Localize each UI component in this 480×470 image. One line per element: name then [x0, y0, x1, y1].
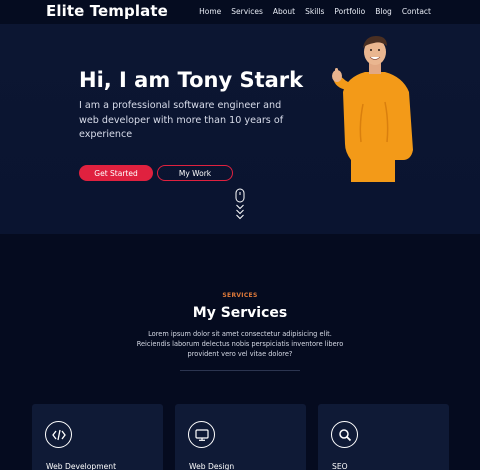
service-card-label: SEO	[332, 462, 348, 470]
service-card-web-design[interactable]: Web Design	[175, 404, 306, 470]
nav-item-services[interactable]: Services	[231, 7, 263, 16]
services-title: My Services	[192, 305, 288, 321]
code-icon	[45, 421, 72, 448]
nav-item-portfolio[interactable]: Portfolio	[334, 7, 365, 16]
service-card-web-development[interactable]: Web Development	[32, 404, 163, 470]
top-navbar: Elite Template Home Services About Skill…	[0, 0, 480, 24]
service-card-label: Web Development	[46, 462, 117, 470]
service-card-seo[interactable]: SEO	[318, 404, 449, 470]
nav-item-about[interactable]: About	[273, 7, 295, 16]
nav-menu: Home Services About Skills Portfolio Blo…	[199, 7, 431, 16]
nav-item-contact[interactable]: Contact	[402, 7, 431, 16]
service-card-label: Web Design	[189, 462, 235, 470]
nav-item-home[interactable]: Home	[199, 7, 221, 16]
hero-person-image	[332, 36, 413, 182]
nav-item-skills[interactable]: Skills	[305, 7, 324, 16]
hero-description: I am a professional software engineer an…	[79, 100, 284, 140]
section-divider	[180, 370, 300, 371]
search-icon	[331, 421, 358, 448]
services-kicker: SERVICES	[222, 292, 258, 299]
brand-logo[interactable]: Elite Template	[46, 2, 168, 20]
hero-section: Hi, I am Tony Stark I am a professional …	[0, 24, 480, 234]
scroll-down-icon[interactable]	[234, 188, 246, 223]
hero-title: Hi, I am Tony Stark	[79, 68, 304, 92]
services-description: Lorem ipsum dolor sit amet consectetur a…	[136, 330, 344, 358]
my-work-button[interactable]: My Work	[157, 165, 233, 181]
get-started-button[interactable]: Get Started	[79, 165, 153, 181]
nav-item-blog[interactable]: Blog	[375, 7, 392, 16]
monitor-icon	[188, 421, 215, 448]
